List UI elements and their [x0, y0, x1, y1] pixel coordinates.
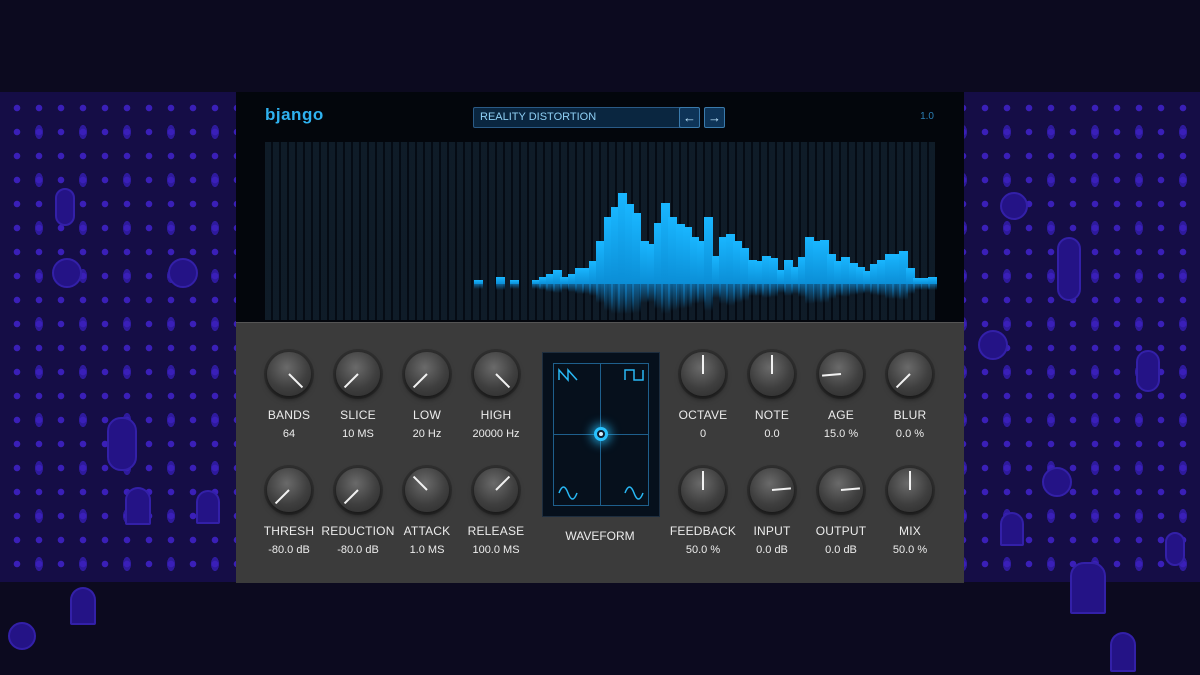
bjango-logo: bjango [265, 105, 324, 124]
attack-knob[interactable] [405, 468, 449, 512]
thresh-knob[interactable] [267, 468, 311, 512]
feedback-knob[interactable] [681, 468, 725, 512]
spectrum-bar [928, 277, 937, 284]
input-knob[interactable] [750, 468, 794, 512]
release-control: RELEASE 100.0 MS [451, 468, 541, 556]
version-label: 1.0 [920, 111, 934, 122]
decor-shape [1042, 467, 1072, 497]
sine-wave-icon [558, 486, 578, 500]
mix-label: MIX [899, 524, 921, 538]
blur-control: BLUR 0.0 % [865, 352, 955, 440]
blur-knob[interactable] [888, 352, 932, 396]
decor-shape [1057, 237, 1081, 301]
release-label: RELEASE [467, 524, 525, 538]
mix-knob[interactable] [888, 468, 932, 512]
plugin-window: bjango REALITY DISTORTION ← → 1.0 BANDS … [236, 92, 964, 583]
sine-wave-icon [624, 486, 644, 500]
high-knob[interactable] [474, 352, 518, 396]
output-knob[interactable] [819, 468, 863, 512]
spectrum-reflection [510, 284, 519, 289]
decor-shape [52, 258, 82, 288]
mix-value: 50.0 % [892, 544, 928, 556]
decor-shape [1136, 350, 1160, 392]
spectrum-reflection [474, 284, 483, 289]
slice-knob[interactable] [336, 352, 380, 396]
top-bar: bjango REALITY DISTORTION ← → 1.0 [236, 92, 964, 142]
next-preset-button[interactable]: → [704, 107, 725, 128]
previous-preset-button[interactable]: ← [679, 107, 700, 128]
spectrum-display [265, 142, 937, 320]
release-knob[interactable] [474, 468, 518, 512]
spectrum-reflection [928, 284, 937, 290]
age-knob[interactable] [819, 352, 863, 396]
decor-shape [125, 487, 151, 525]
bands-knob[interactable] [267, 352, 311, 396]
decor-shape [196, 490, 220, 524]
decor-shape [1165, 532, 1185, 566]
decor-shape [1000, 192, 1028, 220]
decor-shape [8, 622, 36, 650]
square-wave-icon [624, 369, 644, 381]
low-knob[interactable] [405, 352, 449, 396]
mix-control: MIX 50.0 % [865, 468, 955, 556]
waveform-label: WAVEFORM [565, 529, 635, 543]
high-label: HIGH [480, 408, 512, 422]
decor-shape [978, 330, 1008, 360]
waveform-xy-pad[interactable] [542, 352, 660, 517]
preset-name-field[interactable]: REALITY DISTORTION [473, 107, 683, 128]
waveform-position-handle[interactable] [594, 427, 608, 441]
decor-shape [1070, 562, 1106, 614]
reduction-knob[interactable] [336, 468, 380, 512]
blur-label: BLUR [893, 408, 927, 422]
decor-shape [70, 587, 96, 625]
blur-value: 0.0 % [895, 428, 925, 440]
high-value: 20000 Hz [472, 428, 520, 440]
note-knob[interactable] [750, 352, 794, 396]
high-control: HIGH 20000 Hz [451, 352, 541, 440]
release-value: 100.0 MS [472, 544, 520, 556]
waveform-grid [553, 363, 649, 506]
decor-shape [1000, 512, 1024, 546]
control-panel: BANDS 64 SLICE 10 MS LOW 20 Hz HIGH 2000… [236, 322, 964, 583]
arrow-left-icon: ← [683, 110, 696, 125]
decor-shape [107, 417, 137, 471]
spectrum-reflection [496, 284, 505, 290]
spectrum-bar [496, 277, 505, 284]
decor-shape [1110, 632, 1136, 672]
decor-shape [168, 258, 198, 288]
decor-shape [55, 188, 75, 226]
arrow-right-icon: → [708, 110, 721, 125]
sawtooth-wave-icon [558, 368, 578, 382]
octave-knob[interactable] [681, 352, 725, 396]
